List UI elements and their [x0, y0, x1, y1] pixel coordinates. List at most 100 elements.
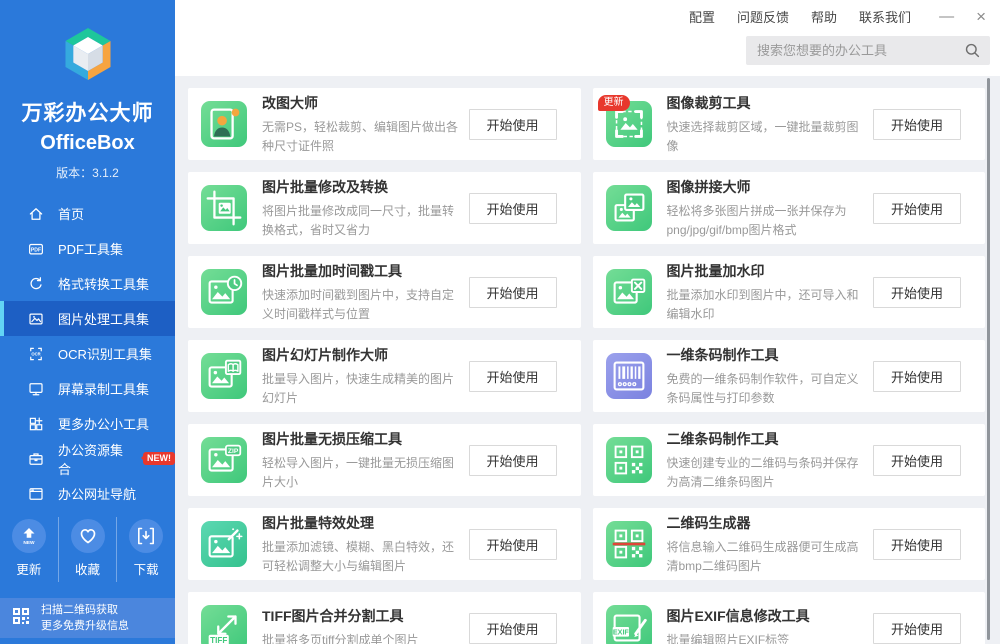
tool-card-8: 一维条码制作工具 免费的一维条码制作软件，可自定义条码属性与打印参数 开始使用 — [593, 340, 986, 412]
start-button[interactable]: 开始使用 — [873, 529, 961, 560]
start-button[interactable]: 开始使用 — [873, 361, 961, 392]
sidebar-item-4[interactable]: 图片处理工具集 — [0, 301, 175, 336]
convert-icon — [27, 275, 45, 293]
sidebar-item-2[interactable]: PDF PDF工具集 — [0, 231, 175, 266]
sidebar-item-label: 更多办公小工具 — [58, 414, 149, 433]
tool-card-14: EXIF 图片EXIF信息修改工具 批量编辑照片EXIF标签 开始使用 — [593, 592, 986, 644]
watermark-image-icon — [606, 269, 652, 315]
sidebar-item-label: 格式转换工具集 — [58, 274, 149, 293]
tool-card-grid: 改图大师 无需PS，轻松裁剪、编辑图片做出各种尺寸证件照 开始使用 更新 图像裁… — [175, 76, 1000, 644]
tool-title: 一维条码制作工具 — [667, 345, 868, 365]
tool-title: TIFF图片合并分割工具 — [262, 606, 463, 626]
tool-description: 无需PS，轻松裁剪、编辑图片做出各种尺寸证件照 — [262, 118, 463, 155]
tool-title: 图片批量加水印 — [667, 261, 868, 281]
crop-image-icon: 更新 — [606, 101, 652, 147]
start-button[interactable]: 开始使用 — [469, 277, 557, 308]
exif-edit-icon: EXIF — [606, 605, 652, 644]
more-tools-icon — [27, 415, 45, 433]
tool-title: 二维条码制作工具 — [667, 429, 868, 449]
update-icon: NEW — [12, 519, 46, 553]
start-button[interactable]: 开始使用 — [469, 109, 557, 140]
search-input[interactable] — [746, 43, 964, 58]
sidebar-item-6[interactable]: 屏幕录制工具集 — [0, 371, 175, 406]
tool-card-10: 二维条码制作工具 快速创建专业的二维码与条码并保存为高清二维条码图片 开始使用 — [593, 424, 986, 496]
footer-action-label: 更新 — [16, 559, 41, 578]
image-icon — [27, 310, 45, 328]
footer-action-2[interactable]: 收藏 — [58, 517, 117, 582]
start-button[interactable]: 开始使用 — [469, 361, 557, 392]
footer-action-label: 下载 — [134, 559, 159, 578]
update-badge: 更新 — [598, 95, 630, 111]
menu-item-1[interactable]: 配置 — [689, 7, 715, 26]
sidebar-item-label: 屏幕录制工具集 — [58, 379, 149, 398]
sidebar-nav: 首页 PDF PDF工具集 格式转换工具集 图片处理工具集 OCR OCR识别工… — [0, 196, 175, 511]
sidebar-item-label: 首页 — [58, 204, 84, 223]
sidebar-item-8[interactable]: 办公资源集合 NEW! — [0, 441, 175, 476]
footer-action-label: 收藏 — [75, 559, 100, 578]
qr-upgrade-promo: 扫描二维码获取 更多免费升级信息 — [0, 598, 175, 638]
start-button[interactable]: 开始使用 — [873, 613, 961, 644]
tool-description: 批量导入图片，快速生成精美的图片幻灯片 — [262, 370, 463, 407]
sidebar-item-label: PDF工具集 — [58, 239, 123, 258]
start-button[interactable]: 开始使用 — [873, 445, 961, 476]
footer-action-1[interactable]: NEW 更新 — [0, 517, 58, 582]
website-nav-icon — [27, 485, 45, 503]
tool-description: 批量添加滤镜、模糊、黑白特效，还可轻松调整大小与编辑图片 — [262, 538, 463, 575]
close-button[interactable]: × — [976, 8, 986, 25]
tool-title: 图片批量修改及转换 — [262, 177, 463, 197]
app-title: 万彩办公大师 — [0, 97, 175, 127]
tool-card-5: 图片批量加时间戳工具 快速添加时间戳到图片中，支持自定义时间戳样式与位置 开始使… — [188, 256, 581, 328]
new-badge: NEW! — [143, 452, 175, 465]
tool-card-7: 图片幻灯片制作大师 批量导入图片，快速生成精美的图片幻灯片 开始使用 — [188, 340, 581, 412]
resource-icon — [27, 450, 45, 468]
stitch-images-icon — [606, 185, 652, 231]
resize-convert-icon — [201, 185, 247, 231]
sidebar-item-9[interactable]: 办公网址导航 — [0, 476, 175, 511]
tool-description: 将信息输入二维码生成器便可生成高清bmp二维码图片 — [667, 538, 868, 575]
tool-title: 改图大师 — [262, 93, 463, 113]
pdf-icon: PDF — [27, 240, 45, 258]
download-icon — [129, 519, 163, 553]
menu-item-3[interactable]: 帮助 — [811, 7, 837, 26]
sidebar-item-label: 办公资源集合 — [58, 440, 123, 478]
sidebar-item-7[interactable]: 更多办公小工具 — [0, 406, 175, 441]
sidebar-item-1[interactable]: 首页 — [0, 196, 175, 231]
start-button[interactable]: 开始使用 — [873, 277, 961, 308]
start-button[interactable]: 开始使用 — [469, 193, 557, 224]
tool-card-3: 图片批量修改及转换 将图片批量修改成同一尺寸，批量转换格式，省时又省力 开始使用 — [188, 172, 581, 244]
minimize-button[interactable]: — — [939, 9, 954, 24]
tool-card-4: 图像拼接大师 轻松将多张图片拼成一张并保存为png/jpg/gif/bmp图片格… — [593, 172, 986, 244]
svg-text:EXIF: EXIF — [612, 629, 629, 637]
qr-generator-icon — [606, 521, 652, 567]
top-menu: 配置 问题反馈 帮助 联系我们 — × — [689, 7, 986, 26]
tool-description: 轻松导入图片，一键批量无损压缩图片大小 — [262, 454, 463, 491]
vertical-scrollbar[interactable] — [987, 78, 990, 640]
sidebar-item-label: OCR识别工具集 — [58, 344, 152, 363]
tool-card-9: ZIP 图片批量无损压缩工具 轻松导入图片，一键批量无损压缩图片大小 开始使用 — [188, 424, 581, 496]
footer-action-3[interactable]: 下载 — [116, 517, 175, 582]
tool-card-11: 图片批量特效处理 批量添加滤镜、模糊、黑白特效，还可轻松调整大小与编辑图片 开始… — [188, 508, 581, 580]
menu-item-4[interactable]: 联系我们 — [859, 7, 911, 26]
search-icon[interactable] — [964, 42, 981, 59]
start-button[interactable]: 开始使用 — [469, 445, 557, 476]
sidebar-item-label: 办公网址导航 — [58, 484, 136, 503]
tool-description: 轻松将多张图片拼成一张并保存为png/jpg/gif/bmp图片格式 — [667, 202, 868, 239]
tool-description: 快速创建专业的二维码与条码并保存为高清二维条码图片 — [667, 454, 868, 491]
start-button[interactable]: 开始使用 — [873, 193, 961, 224]
sidebar-item-5[interactable]: OCR OCR识别工具集 — [0, 336, 175, 371]
tool-card-2: 更新 图像裁剪工具 快速选择裁剪区域，一键批量裁剪图像 开始使用 — [593, 88, 986, 160]
start-button[interactable]: 开始使用 — [873, 109, 961, 140]
menu-item-2[interactable]: 问题反馈 — [737, 7, 789, 26]
app-version: 版本：3.1.2 — [0, 164, 175, 181]
start-button[interactable]: 开始使用 — [469, 613, 557, 644]
tool-title: 图片EXIF信息修改工具 — [667, 606, 868, 626]
svg-text:NEW: NEW — [23, 540, 35, 546]
svg-text:ZIP: ZIP — [228, 448, 239, 455]
sidebar-item-3[interactable]: 格式转换工具集 — [0, 266, 175, 301]
start-button[interactable]: 开始使用 — [469, 529, 557, 560]
tool-title: 图片批量加时间戳工具 — [262, 261, 463, 281]
app-subtitle: OfficeBox — [0, 132, 175, 155]
qr-promo-text: 扫描二维码获取 更多免费升级信息 — [41, 602, 129, 635]
slideshow-image-icon — [201, 353, 247, 399]
effects-image-icon — [201, 521, 247, 567]
